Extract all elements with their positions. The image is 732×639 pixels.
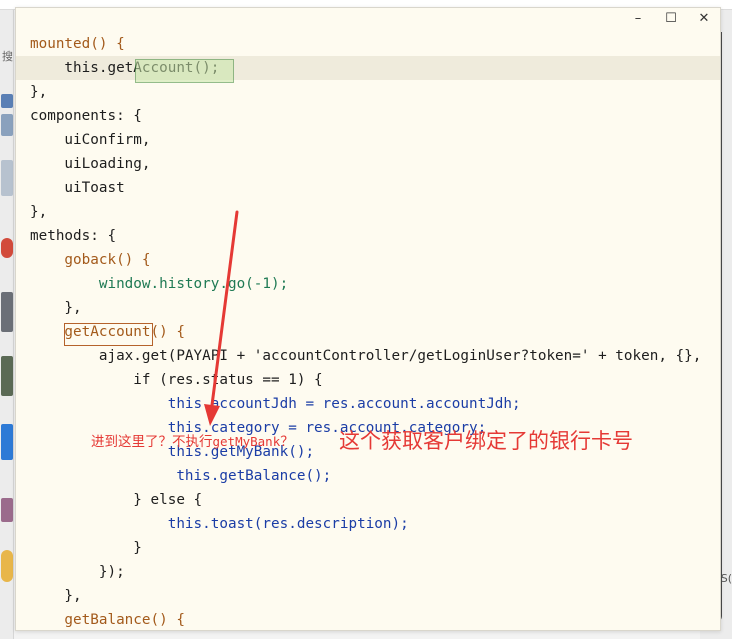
- code-text: } else {: [30, 492, 203, 508]
- code-line: },: [30, 80, 720, 104]
- code-text: components: {: [30, 108, 142, 124]
- code-text: methods: {: [30, 228, 117, 244]
- code-text: },: [30, 84, 48, 100]
- minimize-icon[interactable]: –: [622, 8, 654, 30]
- code-line: } else {: [30, 488, 720, 512]
- code-text: });: [30, 564, 125, 580]
- code-text: this.toast(res.description);: [30, 516, 409, 532]
- background-thumbnail: [1, 424, 13, 460]
- code-text: uiToast: [30, 180, 125, 196]
- code-line: },: [30, 296, 720, 320]
- code-text: ajax.get(PAYAPI + 'accountController/get…: [30, 348, 702, 364]
- code-line: if (res.status == 1) {: [30, 368, 720, 392]
- annotation-question-prefix: 进到这里了？不执行: [91, 434, 213, 450]
- editor-window: – ☐ ✕ mounted() { this.getAccount(); }, …: [15, 7, 721, 631]
- code-text: uiLoading,: [30, 156, 151, 172]
- code-text: uiConfirm,: [30, 132, 151, 148]
- background-left-char: 搜: [2, 50, 13, 63]
- code-line: });: [30, 560, 720, 584]
- code-line: uiConfirm,: [30, 128, 720, 152]
- annotation-question: 进到这里了？不执行getMyBank？: [91, 430, 294, 450]
- background-thumbnail: [1, 114, 13, 136]
- code-text: this.getBalance();: [30, 468, 332, 484]
- code-line: methods: {: [30, 224, 720, 248]
- code-text: getBalance() {: [30, 612, 185, 628]
- background-thumbnail: [1, 160, 13, 196]
- code-text: },: [30, 204, 48, 220]
- code-text: window.history.go(-1);: [30, 276, 289, 292]
- code-line: this.getBalance();: [30, 464, 720, 488]
- background-thumbnail: [1, 292, 13, 332]
- title-bar: – ☐ ✕: [16, 8, 720, 30]
- background-thumbnail: [1, 550, 13, 582]
- code-line: window.history.go(-1);: [30, 272, 720, 296]
- code-text: }: [30, 540, 142, 556]
- code-line-current: this.getAccount();: [16, 56, 720, 80]
- code-text: goback() {: [30, 252, 151, 268]
- code-text: mounted() {: [30, 36, 125, 52]
- code-line: }: [30, 536, 720, 560]
- code-line: components: {: [30, 104, 720, 128]
- code-line: this.toast(res.description);: [30, 512, 720, 536]
- code-text: this.accountJdh = res.account.accountJdh…: [30, 396, 521, 412]
- code-line: },: [30, 200, 720, 224]
- background-right-text: S(: [720, 572, 732, 585]
- background-thumbnail: [1, 238, 13, 258]
- code-text: if (res.status == 1) {: [30, 372, 323, 388]
- code-line: uiToast: [30, 176, 720, 200]
- code-line: mounted() {: [30, 32, 720, 56]
- close-icon[interactable]: ✕: [688, 8, 720, 30]
- code-text: },: [30, 588, 82, 604]
- annotation-question-code: getMyBank: [212, 434, 281, 449]
- code-line: uiLoading,: [30, 152, 720, 176]
- code-line: },: [30, 584, 720, 608]
- background-left-strip: 搜: [0, 10, 14, 639]
- annotation-explanation: 这个获取客户绑定了的银行卡号: [339, 429, 633, 453]
- code-line: getBalance() {: [30, 608, 720, 632]
- code-line: goback() {: [30, 248, 720, 272]
- code-line: ajax.get(PAYAPI + 'accountController/get…: [30, 344, 720, 368]
- background-thumbnail: [1, 498, 13, 522]
- maximize-icon[interactable]: ☐: [655, 8, 687, 30]
- selection-box-getaccount-def: [64, 323, 153, 346]
- annotation-question-suffix: ？: [280, 434, 294, 450]
- selection-highlight-getaccount-call: [135, 59, 234, 83]
- background-thumbnail: [1, 356, 13, 396]
- code-line: this.accountJdh = res.account.accountJdh…: [30, 392, 720, 416]
- background-thumbnail: [1, 94, 13, 108]
- code-text: },: [30, 300, 82, 316]
